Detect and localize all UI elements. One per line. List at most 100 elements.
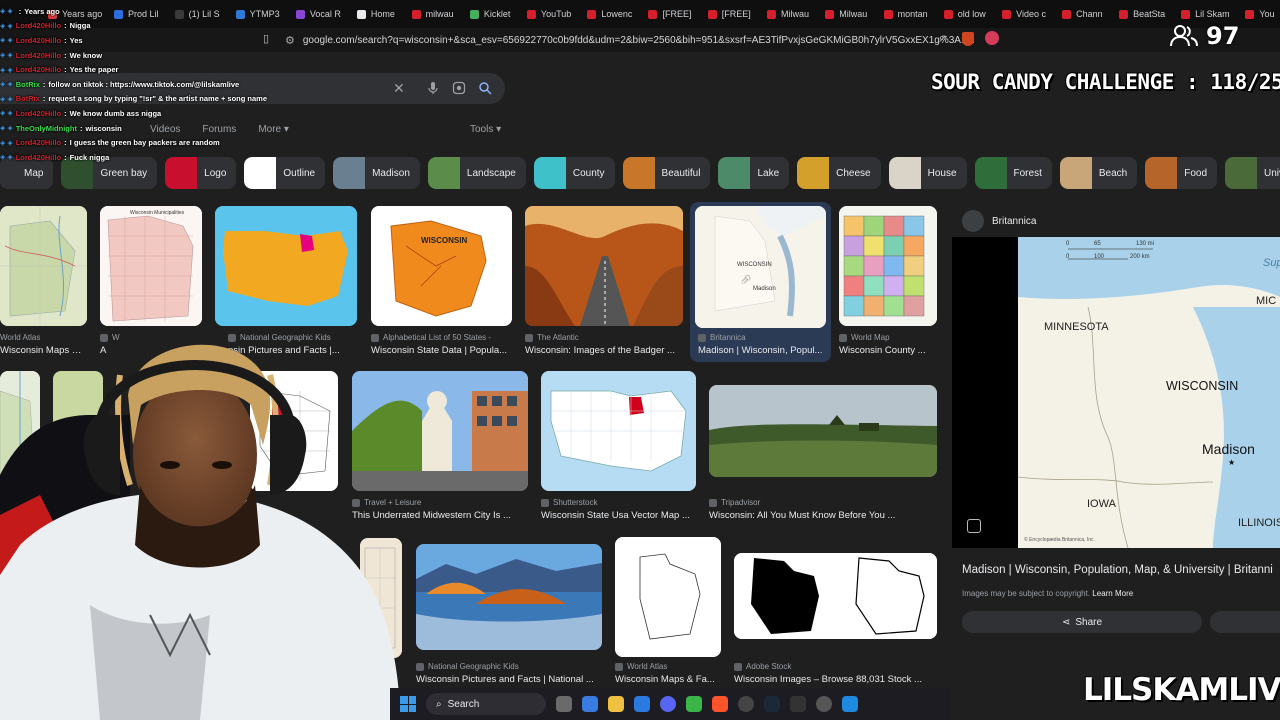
clear-search-icon[interactable]: ✕	[393, 80, 405, 97]
share-button[interactable]: ⋖ Share	[962, 611, 1202, 633]
browser-tab[interactable]: milwau	[404, 3, 458, 25]
result-image[interactable]	[615, 537, 721, 657]
browser-tab[interactable]: Kicklet	[462, 3, 515, 25]
video-app-icon[interactable]	[816, 696, 832, 712]
result-title[interactable]: Wisconsin County ...	[839, 345, 937, 356]
browser-tab[interactable]: [FREE]	[700, 3, 755, 25]
chip-food[interactable]: Food	[1145, 157, 1218, 189]
result-image[interactable]	[0, 206, 87, 326]
result-title[interactable]: Madison | Wisconsin, Popul...	[698, 345, 826, 356]
chat-text: Fuck nigga	[69, 152, 110, 162]
result-image[interactable]	[541, 371, 696, 491]
preview-image[interactable]: 0 65 130 mi 0 100 200 km Sup MIC MINNESO…	[1018, 237, 1280, 548]
result-title[interactable]: Wisconsin State Usa Vector Map ...	[541, 510, 696, 521]
store-icon[interactable]	[634, 696, 650, 712]
result-title[interactable]: Wisconsin: All You Must Know Before You …	[709, 510, 937, 521]
result-image[interactable]: Wisconsin Municipalities	[100, 206, 202, 326]
discord-icon[interactable]	[660, 696, 676, 712]
browser-tab[interactable]: You	[1237, 3, 1280, 25]
browser-tab[interactable]: old low	[936, 3, 990, 25]
result-title[interactable]: Wisconsin Images – Browse 88,031 Stock .…	[734, 674, 937, 685]
result-card[interactable]: Tripadvisor Wisconsin: All You Must Know…	[709, 385, 937, 521]
result-image[interactable]	[839, 206, 937, 326]
result-image[interactable]	[525, 206, 683, 326]
copilot-icon[interactable]	[582, 696, 598, 712]
brave-rewards-icon[interactable]	[985, 31, 999, 45]
lens-icon[interactable]	[452, 81, 466, 95]
chip-beach[interactable]: Beach	[1059, 157, 1138, 189]
chat-username[interactable]: Lord420Hillo	[16, 36, 61, 45]
windows-start-icon[interactable]	[400, 696, 416, 712]
chat-username[interactable]: BotRix	[16, 94, 40, 103]
map-label-superior: Sup	[1263, 257, 1280, 269]
browser-tab[interactable]: montan	[876, 3, 932, 25]
chat-username[interactable]: Lord420Hillo	[16, 65, 61, 74]
result-image[interactable]	[215, 206, 357, 326]
result-image[interactable]	[709, 385, 937, 477]
result-title[interactable]: Wisconsin: Images of the Badger ...	[525, 345, 683, 356]
microphone-icon[interactable]	[426, 81, 440, 95]
chip-beautiful[interactable]: Beautiful	[622, 157, 711, 189]
browser-tab[interactable]: Lowenc	[579, 3, 636, 25]
chat-username[interactable]: Lord420Hillo	[16, 153, 61, 162]
chip-landscape[interactable]: Landscape	[427, 157, 526, 189]
taskbar-search[interactable]: ⌕ Search	[426, 693, 546, 715]
chip-forest[interactable]: Forest	[974, 157, 1052, 189]
result-image[interactable]	[416, 544, 602, 650]
chip-house[interactable]: House	[888, 157, 967, 189]
app-icon[interactable]	[842, 696, 858, 712]
result-image[interactable]	[734, 553, 937, 639]
chat-username[interactable]: TheOnlyMidnight	[16, 124, 77, 133]
app-icon[interactable]	[686, 696, 702, 712]
chat-username[interactable]: Lord420Hillo	[16, 138, 61, 147]
file-explorer-icon[interactable]	[608, 696, 624, 712]
result-image[interactable]: WISCONSIN	[371, 206, 512, 326]
result-card[interactable]: Shutterstock Wisconsin State Usa Vector …	[541, 371, 696, 521]
tab-label: You	[1259, 9, 1275, 19]
result-card[interactable]: National Geographic Kids Wisconsin Pictu…	[416, 544, 602, 686]
brave-shield-icon[interactable]	[962, 32, 974, 46]
browser-tab[interactable]: BeatSta	[1111, 3, 1169, 25]
tab-favicon-icon	[1062, 9, 1072, 19]
browser-tab[interactable]: Home	[349, 3, 400, 25]
browser-tab[interactable]: Video c	[994, 3, 1050, 25]
browser-tab[interactable]: [FREE]	[640, 3, 695, 25]
obs-icon[interactable]	[738, 696, 754, 712]
learn-more-link[interactable]: Learn More	[1092, 589, 1133, 598]
result-card[interactable]: Adobe Stock Wisconsin Images – Browse 88…	[734, 553, 937, 686]
search-icon[interactable]	[478, 81, 492, 95]
result-card[interactable]: World Map Wisconsin County ...	[839, 206, 937, 356]
chat-username[interactable]: Lord420Hillo	[16, 51, 61, 60]
result-image[interactable]: WISCONSIN Madison	[695, 206, 826, 328]
chat-username[interactable]: Lord420Hillo	[16, 21, 61, 30]
brave-browser-icon[interactable]	[712, 696, 728, 712]
save-button[interactable]	[1210, 611, 1280, 633]
chip-university[interactable]: University	[1225, 157, 1280, 189]
chip-county[interactable]: County	[533, 157, 615, 189]
result-title[interactable]: Wisconsin Pictures and Facts | National …	[416, 674, 602, 685]
widgets-icon[interactable]	[556, 696, 572, 712]
preview-title[interactable]: Madison | Wisconsin, Population, Map, & …	[962, 564, 1280, 576]
app-icon[interactable]	[790, 696, 806, 712]
share-page-icon[interactable]: ↗	[938, 32, 947, 45]
visual-search-icon[interactable]	[967, 519, 981, 533]
chat-separator: :	[64, 65, 67, 75]
steam-icon[interactable]	[764, 696, 780, 712]
result-card[interactable]: World Atlas Wisconsin Maps & Fa...	[615, 537, 721, 686]
result-card-selected[interactable]: WISCONSIN Madison Britannica Madison | W…	[690, 202, 831, 362]
browser-tab[interactable]: Milwau	[817, 3, 871, 25]
browser-tab[interactable]: Milwau	[759, 3, 813, 25]
tools-button[interactable]: Tools ▾	[470, 124, 501, 135]
address-bar[interactable]: ⚙ google.com/search?q=wisconsin+&sca_esv…	[285, 31, 1005, 49]
chip-madison[interactable]: Madison	[333, 157, 420, 189]
preview-source[interactable]: Britannica	[962, 210, 1036, 232]
chat-username[interactable]: Lord420Hillo	[16, 109, 61, 118]
result-source: The Atlantic	[525, 333, 579, 342]
browser-tab[interactable]: YouTub	[519, 3, 575, 25]
chip-cheese[interactable]: Cheese	[797, 157, 881, 189]
browser-tab[interactable]: Chann	[1054, 3, 1107, 25]
result-card[interactable]: The Atlantic Wisconsin: Images of the Ba…	[525, 206, 683, 356]
result-title[interactable]: Wisconsin Maps & Fa...	[615, 674, 721, 685]
chip-lake[interactable]: Lake	[718, 157, 790, 189]
chat-username[interactable]: BotRix	[16, 80, 40, 89]
